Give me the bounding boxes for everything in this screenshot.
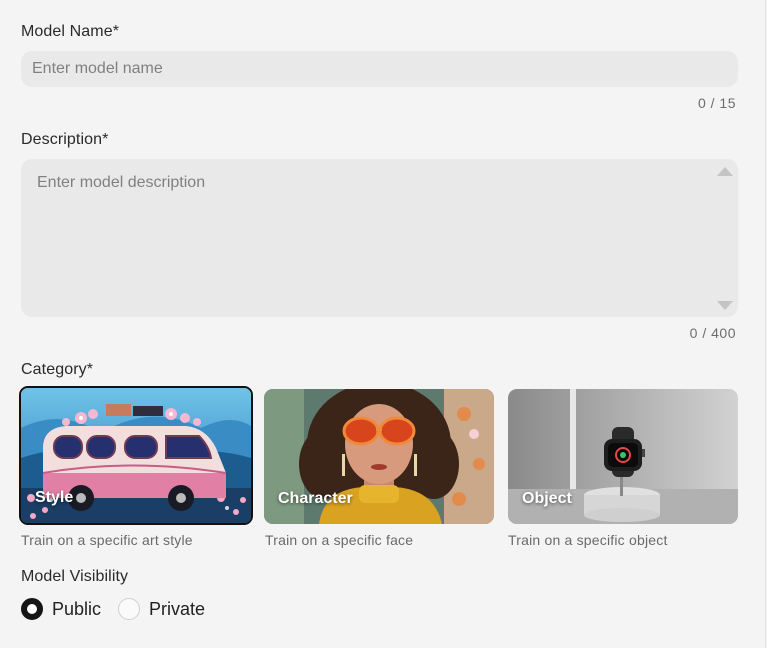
category-card-style[interactable]: Style	[19, 386, 253, 525]
create-model-form: Model Name* 0 / 15 Description* 0 / 400 …	[0, 0, 766, 648]
public-radio-button[interactable]	[21, 598, 43, 620]
model-name-counter: 0 / 15	[697, 95, 736, 111]
public-radio-label: Public	[52, 598, 102, 619]
style-card-title: Style	[35, 489, 74, 506]
style-card-description: Train on a specific art style	[21, 532, 193, 548]
visibility-option-public[interactable]: Public	[21, 597, 101, 621]
model-name-field-wrapper	[21, 51, 738, 87]
model-name-input[interactable]	[21, 51, 738, 87]
character-card-title: Character	[278, 490, 353, 507]
category-label: Category*	[21, 361, 94, 378]
visibility-option-private[interactable]: Private	[118, 597, 205, 621]
model-name-label: Model Name*	[21, 23, 120, 40]
scroll-down-arrow-icon[interactable]	[717, 301, 733, 310]
visibility-label: Model Visibility	[21, 568, 129, 585]
description-label: Description*	[21, 131, 109, 148]
description-counter: 0 / 400	[689, 325, 736, 341]
description-textarea[interactable]	[21, 159, 738, 317]
private-radio-button[interactable]	[118, 598, 140, 620]
object-card-description: Train on a specific object	[508, 532, 668, 548]
category-card-object[interactable]: Object	[508, 389, 738, 524]
private-radio-label: Private	[149, 598, 206, 619]
description-field-wrapper	[21, 159, 738, 317]
character-card-description: Train on a specific face	[265, 532, 414, 548]
category-card-character[interactable]: Character	[264, 389, 494, 524]
scroll-up-arrow-icon[interactable]	[717, 167, 733, 176]
object-card-title: Object	[522, 490, 572, 507]
